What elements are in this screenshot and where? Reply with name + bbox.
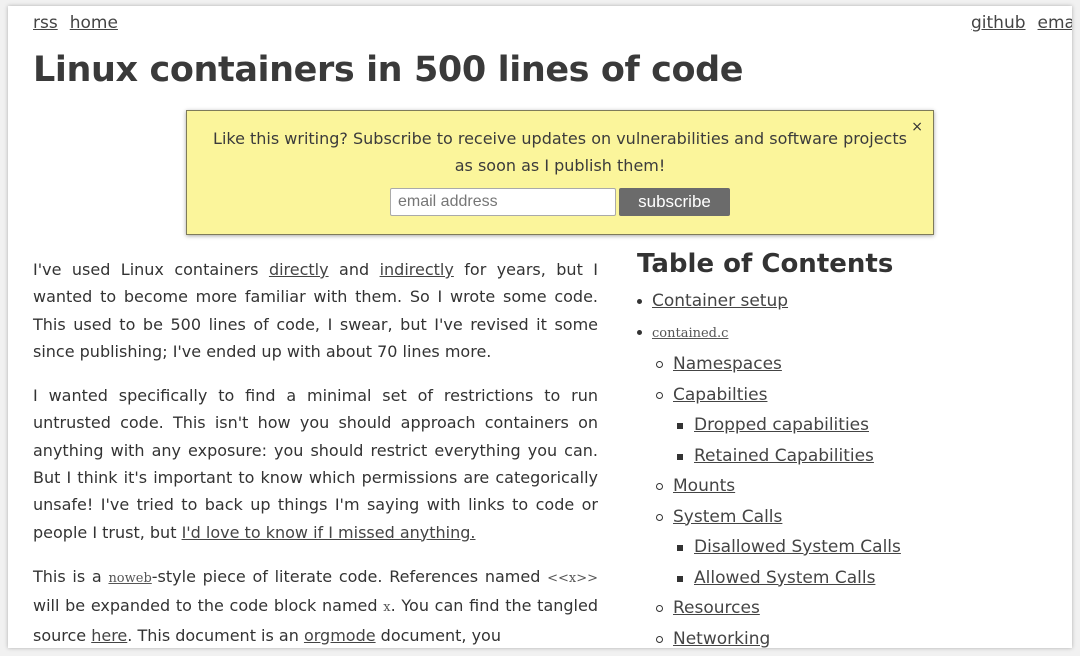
missed-anything-link[interactable]: I'd love to know if I missed anything. — [182, 523, 476, 542]
toc-link[interactable]: Networking — [673, 629, 770, 649]
orgmode-link[interactable]: orgmode — [304, 626, 376, 645]
rss-link[interactable]: rss — [33, 13, 58, 33]
home-link[interactable]: home — [70, 13, 118, 33]
toc-link[interactable]: Container setup — [652, 291, 788, 311]
paragraph-text: . This document is an — [127, 625, 304, 645]
browser-page: rss home github ema Linux containers in 50… — [8, 6, 1072, 648]
toc-link[interactable]: contained.c — [652, 326, 728, 341]
toc-item: Disallowed System Calls — [637, 532, 1057, 563]
here-link[interactable]: here — [91, 626, 127, 645]
toc-link[interactable]: Dropped capabilities — [694, 415, 869, 435]
paragraph-text: and — [328, 260, 380, 279]
toc-item: Namespaces — [637, 349, 1057, 380]
top-nav-left: rss home — [33, 13, 130, 33]
email-field[interactable] — [390, 188, 616, 216]
article-paragraph: I wanted specifically to find a minimal … — [33, 382, 598, 546]
toc-link[interactable]: Resources — [673, 598, 760, 618]
email-link[interactable]: ema — [1038, 13, 1072, 33]
close-icon[interactable]: × — [911, 119, 923, 135]
toc-link[interactable]: Allowed System Calls — [694, 568, 875, 588]
toc-title: Table of Contents — [637, 249, 894, 279]
toc-item: System Calls — [637, 502, 1057, 533]
code-reference: x — [383, 600, 391, 616]
toc-item: Networking — [637, 624, 1057, 649]
paragraph-text: document, you — [375, 625, 501, 645]
subscribe-message: Like this writing? Subscribe to receive … — [213, 129, 907, 175]
toc-link[interactable]: Namespaces — [673, 354, 782, 374]
toc-link[interactable]: Retained Capabilities — [694, 446, 874, 466]
toc-item: Retained Capabilities — [637, 441, 1057, 472]
toc-link[interactable]: Mounts — [673, 476, 735, 496]
noweb-link[interactable]: noweb — [108, 571, 151, 586]
subscribe-form: subscribe — [187, 188, 933, 216]
toc-item: Allowed System Calls — [637, 563, 1057, 594]
subscribe-button[interactable]: subscribe — [619, 188, 730, 216]
toc-link[interactable]: System Calls — [673, 507, 782, 527]
toc-item: Capabilties — [637, 380, 1057, 411]
indirectly-link[interactable]: indirectly — [380, 260, 454, 279]
toc-link[interactable]: Capabilties — [673, 385, 767, 405]
toc-item: Container setup — [637, 286, 1057, 317]
toc-item: Dropped capabilities — [637, 410, 1057, 441]
toc-item: contained.c — [637, 317, 1057, 350]
toc-item: Resources — [637, 593, 1057, 624]
directly-link[interactable]: directly — [269, 260, 329, 279]
article-paragraph: I've used Linux containers directly and … — [33, 256, 598, 365]
paragraph-text: will be expanded to the code block named — [33, 596, 384, 616]
table-of-contents: Table of Contents Container setup contain… — [637, 249, 1057, 648]
toc-item: Mounts — [637, 471, 1057, 502]
paragraph-text: I wanted specifically to find a minimal … — [33, 386, 598, 542]
toc-link[interactable]: Disallowed System Calls — [694, 537, 901, 557]
paragraph-text: -style piece of literate code. Reference… — [151, 566, 548, 586]
github-link[interactable]: github — [971, 13, 1026, 33]
subscribe-banner: × Like this writing? Subscribe to receiv… — [186, 110, 934, 235]
paragraph-text: This is a — [33, 566, 109, 586]
code-reference: <<x>> — [547, 570, 598, 586]
toc-list: Container setup contained.c Namespaces Capa… — [637, 286, 1057, 648]
paragraph-text: I've used Linux containers — [33, 260, 269, 279]
article-body: I've used Linux containers directly and … — [33, 256, 598, 648]
page-title: Linux containers in 500 lines of code — [33, 50, 744, 90]
article-paragraph: This is a noweb-style piece of literate … — [33, 563, 598, 648]
top-nav-right: github ema — [971, 13, 1072, 33]
